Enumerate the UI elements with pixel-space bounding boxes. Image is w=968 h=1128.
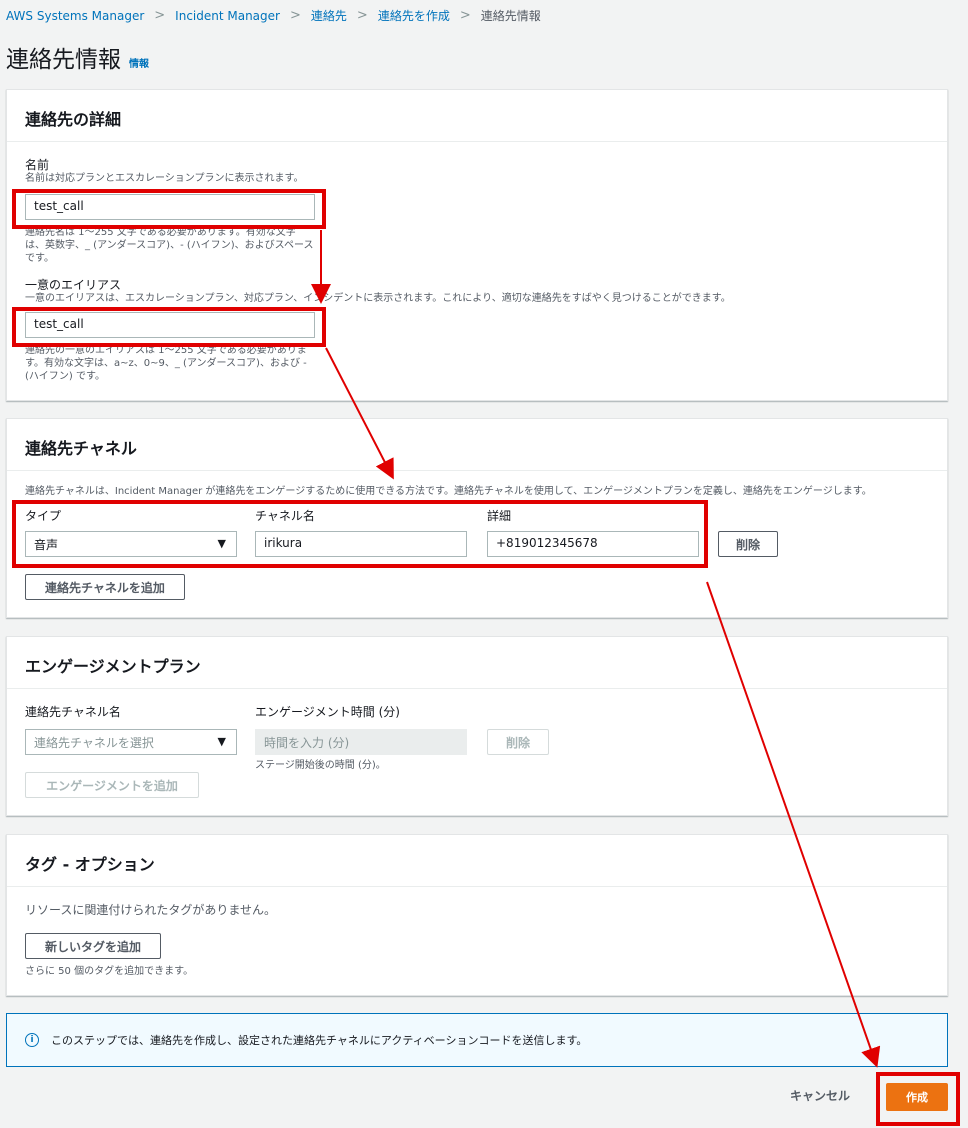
engagement-channel-label: 連絡先チャネル名 [25,705,121,719]
caret-down-icon: ▼ [217,735,226,748]
channel-name-label: チャネル名 [255,509,315,523]
engagement-plan-header: エンゲージメントプラン [7,637,947,689]
engagement-channel-select[interactable]: 連絡先チャネルを選択 ▼ [25,729,237,755]
breadcrumb-link-contacts[interactable]: 連絡先 [311,7,347,24]
info-notice: i このステップでは、連絡先を作成し、設定された連絡先チャネルにアクティベーショ… [6,1013,948,1067]
engagement-time-hint: ステージ開始後の時間 (分)。 [255,760,386,771]
engagement-plan-panel: エンゲージメントプラン 連絡先チャネル名 エンゲージメント時間 (分) 連絡先チ… [6,636,948,816]
chevron-right-icon: > [459,8,471,23]
channel-type-value: 音声 [34,538,59,552]
engagement-time-label: エンゲージメント時間 (分) [255,705,400,719]
channel-name-input[interactable]: irikura [255,531,467,557]
breadcrumb-link-systems-manager[interactable]: AWS Systems Manager [6,9,144,23]
alias-input[interactable]: test_call [25,312,315,338]
tags-panel: タグ - オプション リソースに関連付けられたタグがありません。 新しいタグを追… [6,834,948,996]
name-description: 名前は対応プランとエスカレーションプランに表示されます。 [25,173,304,184]
breadcrumb: AWS Systems Manager > Incident Manager >… [6,7,541,24]
channel-detail-label: 詳細 [487,509,512,523]
contact-details-panel: 連絡先の詳細 名前 名前は対応プランとエスカレーションプランに表示されます。 t… [6,89,948,401]
alias-constraint: 連絡先の一意のエイリアスは 1～255 文字である必要があります。有効な文字は、… [25,345,307,382]
tags-empty-text: リソースに関連付けられたタグがありません。 [25,903,277,917]
remove-engagement-button[interactable]: 削除 [487,729,549,755]
add-engagement-button[interactable]: エンゲージメントを追加 [25,772,199,798]
engagement-channel-placeholder: 連絡先チャネルを選択 [34,736,154,750]
name-constraint: 連絡先名は 1～255 文字である必要があります。有効な文字は、英数字、_ (ア… [25,227,314,264]
breadcrumb-link-incident-manager[interactable]: Incident Manager [175,9,280,23]
info-link[interactable]: 情報 [129,55,149,70]
page-title: 連絡先情報 [6,47,121,73]
caret-down-icon: ▼ [217,537,226,550]
tags-hint: さらに 50 個のタグを追加できます。 [25,966,194,977]
tags-header: タグ - オプション [7,835,947,887]
contact-details-header: 連絡先の詳細 [7,90,947,142]
chevron-right-icon: > [154,8,166,23]
name-input[interactable]: test_call [25,194,315,220]
contact-channels-header: 連絡先チャネル [7,419,947,471]
channel-detail-input[interactable]: +819012345678 [487,531,699,557]
channel-type-select[interactable]: 音声 ▼ [25,531,237,557]
add-tag-button[interactable]: 新しいタグを追加 [25,933,161,959]
remove-channel-button[interactable]: 削除 [718,531,778,557]
name-label: 名前 [25,158,50,172]
engagement-time-input[interactable]: 時間を入力 (分) [255,729,467,755]
chevron-right-icon: > [289,8,301,23]
channel-type-label: タイプ [25,509,62,523]
notice-text: このステップでは、連絡先を作成し、設定された連絡先チャネルにアクティベーションコ… [51,1034,588,1047]
chevron-right-icon: > [356,8,368,23]
create-button[interactable]: 作成 [886,1083,948,1111]
alias-label: 一意のエイリアス [25,278,122,292]
breadcrumb-link-create-contact[interactable]: 連絡先を作成 [378,7,450,24]
alias-description: 一意のエイリアスは、エスカレーションプラン、対応プラン、インシデントに表示されま… [25,293,731,304]
breadcrumb-current: 連絡先情報 [480,9,541,23]
cancel-button[interactable]: キャンセル [790,1087,850,1104]
contact-channels-description: 連絡先チャネルは、Incident Manager が連絡先をエンゲージするため… [25,486,872,497]
info-icon: i [25,1033,39,1047]
contact-channels-panel: 連絡先チャネル 連絡先チャネルは、Incident Manager が連絡先をエ… [6,418,948,618]
page-title-row: 連絡先情報 情報 [6,40,149,74]
add-channel-button[interactable]: 連絡先チャネルを追加 [25,574,185,600]
